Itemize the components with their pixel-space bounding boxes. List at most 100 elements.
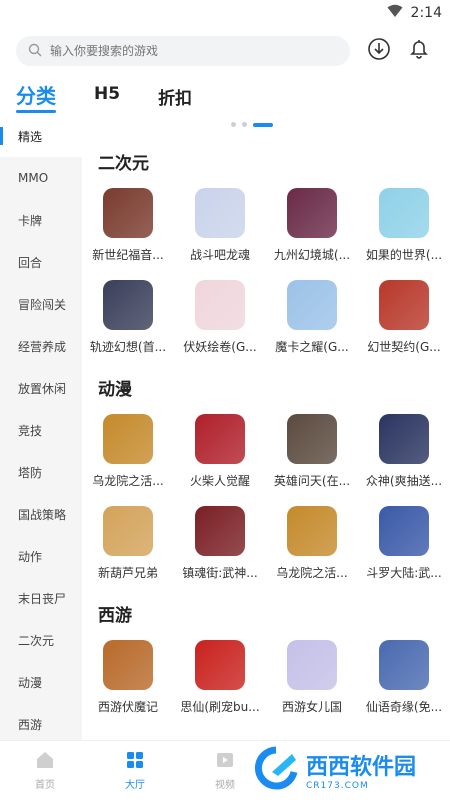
game-item[interactable]: 战斗吧龙魂 <box>174 182 266 274</box>
game-name: 西游伏魔记 <box>97 700 158 714</box>
game-name: 思仙(刷宠bu... <box>180 700 260 714</box>
sidebar-item-tower-defense[interactable]: 塔防 <box>0 451 82 493</box>
game-item[interactable]: 轨迹幻想(首... <box>82 274 174 366</box>
game-icon <box>287 188 337 238</box>
game-item[interactable]: 斗罗大陆:武... <box>358 500 450 592</box>
sidebar-item-card[interactable]: 卡牌 <box>0 199 82 241</box>
game-icon <box>195 640 245 690</box>
sidebar-item-strategy[interactable]: 国战策略 <box>0 493 82 535</box>
search-bar[interactable] <box>16 36 350 66</box>
game-name: 众神(爽抽送... <box>365 474 443 488</box>
watermark-logo: 西西软件园 CR173.COM <box>252 744 442 796</box>
game-icon <box>379 414 429 464</box>
sidebar-item-mmo[interactable]: MMO <box>0 157 82 199</box>
status-bar: 2:14 <box>0 0 450 26</box>
game-name: 英雄问天(在... <box>273 474 351 488</box>
watermark-title: 西西软件园 <box>306 755 417 780</box>
game-name: 幻世契约(G... <box>367 340 441 354</box>
sidebar-item-adventure[interactable]: 冒险闯关 <box>0 283 82 325</box>
game-item[interactable]: 新葫芦兄弟 <box>82 500 174 592</box>
nav-home[interactable]: 首页 <box>0 741 90 800</box>
game-name: 九州幻境城(... <box>273 248 351 262</box>
status-time: 2:14 <box>410 5 442 21</box>
indicator-dot-active <box>253 122 273 127</box>
tab-h5[interactable]: H5 <box>94 80 120 104</box>
sidebar-item-competitive[interactable]: 竞技 <box>0 409 82 451</box>
sidebar-item-turn-based[interactable]: 回合 <box>0 241 82 283</box>
game-item[interactable]: 英雄问天(在... <box>266 408 358 500</box>
indicator-dot <box>231 122 236 127</box>
game-icon <box>379 280 429 330</box>
sidebar-item-journey-west[interactable]: 西游 <box>0 703 82 740</box>
sidebar-item-anime[interactable]: 二次元 <box>0 619 82 661</box>
game-name: 西游女儿国 <box>281 700 342 714</box>
bell-icon <box>407 37 431 65</box>
game-item[interactable]: 思仙(刷宠bu... <box>174 634 266 726</box>
game-item[interactable]: 幻世契约(G... <box>358 274 450 366</box>
game-icon <box>287 506 337 556</box>
game-item[interactable]: 仙语奇缘(免... <box>358 634 450 726</box>
game-item[interactable]: 新世纪福音... <box>82 182 174 274</box>
game-item[interactable]: 火柴人觉醒 <box>174 408 266 500</box>
game-icon <box>103 414 153 464</box>
sidebar-item-zombie[interactable]: 末日丧尸 <box>0 577 82 619</box>
game-icon <box>379 188 429 238</box>
sidebar-item-idle[interactable]: 放置休闲 <box>0 367 82 409</box>
video-icon <box>215 750 235 773</box>
game-icon <box>195 414 245 464</box>
game-name: 轨迹幻想(首... <box>89 340 167 354</box>
game-icon <box>103 506 153 556</box>
game-icon <box>103 188 153 238</box>
game-name: 乌龙院之活... <box>276 566 348 580</box>
game-icon <box>287 280 337 330</box>
search-row <box>16 36 436 66</box>
game-item[interactable]: 众神(爽抽送... <box>358 408 450 500</box>
game-item[interactable]: 伏妖绘卷(G... <box>174 274 266 366</box>
game-item[interactable]: 魔卡之耀(G... <box>266 274 358 366</box>
game-icon <box>379 506 429 556</box>
watermark-icon <box>252 746 300 794</box>
game-icon <box>195 280 245 330</box>
search-input[interactable] <box>50 44 310 58</box>
game-item[interactable]: 西游女儿国 <box>266 634 358 726</box>
sidebar-item-featured[interactable]: 精选 <box>0 115 82 157</box>
game-item[interactable]: 九州幻境城(... <box>266 182 358 274</box>
game-name: 如果的世界(... <box>365 248 443 262</box>
section-title: 西游 <box>98 605 132 626</box>
nav-label: 大厅 <box>125 780 145 791</box>
tab-category[interactable]: 分类 <box>16 80 56 113</box>
game-name: 新世纪福音... <box>92 248 164 262</box>
game-icon <box>103 280 153 330</box>
sidebar-item-action[interactable]: 动作 <box>0 535 82 577</box>
notification-button[interactable] <box>404 36 434 66</box>
game-icon <box>379 640 429 690</box>
game-grid: 乌龙院之活... 火柴人觉醒 英雄问天(在... 众神(爽抽送... 新葫芦兄弟… <box>82 408 450 592</box>
category-tabs: 分类 H5 折扣 <box>0 80 450 120</box>
home-icon <box>35 750 55 773</box>
wifi-icon <box>387 4 403 22</box>
sidebar-item-management[interactable]: 经营养成 <box>0 325 82 367</box>
game-icon <box>195 188 245 238</box>
game-item[interactable]: 乌龙院之活... <box>82 408 174 500</box>
watermark-subtitle: CR173.COM <box>306 781 369 791</box>
sidebar: 精选 MMO 卡牌 回合 冒险闯关 经营养成 放置休闲 竞技 塔防 国战策略 动… <box>0 115 82 740</box>
download-button[interactable] <box>364 36 394 66</box>
game-name: 仙语奇缘(免... <box>365 700 443 714</box>
sidebar-item-cartoon[interactable]: 动漫 <box>0 661 82 703</box>
download-icon <box>367 37 391 65</box>
game-item[interactable]: 乌龙院之活... <box>266 500 358 592</box>
game-icon <box>287 640 337 690</box>
game-name: 乌龙院之活... <box>92 474 164 488</box>
game-name: 斗罗大陆:武... <box>366 566 442 580</box>
game-icon <box>103 640 153 690</box>
search-icon <box>28 43 42 60</box>
game-icon <box>195 506 245 556</box>
game-grid: 新世纪福音... 战斗吧龙魂 九州幻境城(... 如果的世界(... 轨迹幻想(… <box>82 182 450 366</box>
game-item[interactable]: 如果的世界(... <box>358 182 450 274</box>
game-item[interactable]: 西游伏魔记 <box>82 634 174 726</box>
game-list: 二次元 新世纪福音... 战斗吧龙魂 九州幻境城(... 如果的世界(... 轨… <box>82 140 450 740</box>
nav-label: 视频 <box>215 780 235 791</box>
tab-discount[interactable]: 折扣 <box>158 80 192 109</box>
nav-hall[interactable]: 大厅 <box>90 741 180 800</box>
game-item[interactable]: 镇魂街:武神... <box>174 500 266 592</box>
